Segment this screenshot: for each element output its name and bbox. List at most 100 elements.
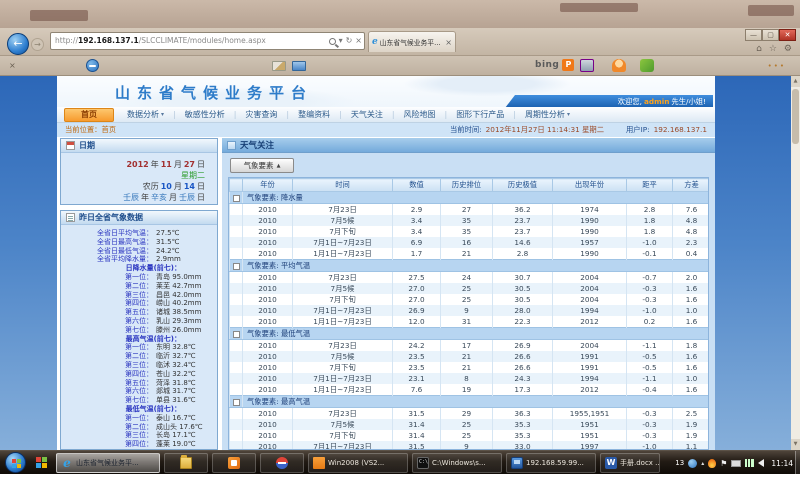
mail-icon[interactable] bbox=[292, 61, 306, 71]
table-row[interactable]: 20107月5候23.52126.61991-0.51.6 bbox=[230, 351, 710, 362]
table-cell: 2010 bbox=[243, 316, 293, 328]
table-row[interactable]: 20101月1日~7月23日7.61917.32012-0.41.6 bbox=[230, 384, 710, 396]
speaker-icon[interactable] bbox=[758, 459, 764, 467]
close-sidebar-icon[interactable]: × bbox=[9, 61, 16, 70]
table-cell: 2010 bbox=[243, 283, 293, 294]
search-icon[interactable] bbox=[329, 38, 336, 45]
menu-item-5[interactable]: 天气关注 bbox=[344, 108, 390, 122]
menu-item-1[interactable]: 数据分析▾ bbox=[120, 108, 171, 122]
overflow-dots-icon[interactable]: ••• bbox=[768, 62, 786, 70]
table-row[interactable]: 20107月5候27.02530.52004-0.31.6 bbox=[230, 283, 710, 294]
menu-item-3[interactable]: 灾害查询 bbox=[238, 108, 284, 122]
group-header-row[interactable]: 气象要素: 最高气温 bbox=[230, 396, 710, 408]
browser-tab[interactable]: e 山东省气候业务平... × bbox=[368, 31, 456, 52]
lunar-label: 农历 bbox=[143, 182, 159, 191]
menu-item-4[interactable]: 整编资料 bbox=[291, 108, 337, 122]
taskbar-button-vm[interactable]: Win2008 (VS2... bbox=[308, 453, 408, 473]
table-row[interactable]: 20101月1日~7月23日1.7212.81990-0.10.4 bbox=[230, 248, 710, 260]
scroll-up-icon[interactable]: ▲ bbox=[791, 76, 800, 87]
panel-title: 天气关注 bbox=[240, 139, 274, 151]
menu-item-label: 整编资料 bbox=[298, 108, 330, 122]
table-cell: 35 bbox=[441, 226, 493, 237]
start-button[interactable] bbox=[5, 452, 26, 473]
chevron-down-icon[interactable]: ▾ bbox=[339, 33, 343, 49]
table-row[interactable]: 20101月1日~7月23日12.03122.320120.21.6 bbox=[230, 316, 710, 328]
signal-bars-icon[interactable] bbox=[745, 459, 754, 467]
table-row[interactable]: 20107月下旬3.43523.719901.84.8 bbox=[230, 226, 710, 237]
compatibility-icon[interactable] bbox=[86, 59, 99, 72]
menu-item-7[interactable]: 图形下行产品 bbox=[449, 108, 511, 122]
tray-app-icon[interactable] bbox=[688, 459, 697, 468]
scroll-down-icon[interactable]: ▼ bbox=[791, 439, 800, 450]
home-icon[interactable]: ⌂ bbox=[756, 44, 762, 54]
table-row[interactable]: 20107月1日~7月23日31.5933.01997-1.01.1 bbox=[230, 441, 710, 450]
hidden-icons-caret-icon[interactable]: ▴ bbox=[701, 460, 704, 467]
taskbar-button-ie[interactable]: e山东省气候业务平... bbox=[56, 453, 160, 473]
taskbar-button-folder[interactable] bbox=[164, 453, 208, 473]
table-row[interactable]: 20107月下旬23.52126.61991-0.51.6 bbox=[230, 362, 710, 373]
forward-button[interactable]: → bbox=[31, 38, 44, 51]
calendar-body: 2012年11月27日星期二农历10月14日壬辰年辛亥月壬辰日 bbox=[61, 153, 217, 203]
taskbar-button-remote[interactable]: 192.168.59.99... bbox=[506, 453, 596, 473]
group-header-row[interactable]: 气象要素: 降水量 bbox=[230, 192, 710, 204]
checkbox[interactable] bbox=[233, 399, 240, 406]
table-row[interactable]: 20107月1日~7月23日6.91614.61957-1.02.3 bbox=[230, 237, 710, 248]
refresh-icon[interactable]: ↻ bbox=[346, 33, 353, 49]
taskbar-button-cmd[interactable]: C:\Windows\s... bbox=[412, 453, 502, 473]
table-row[interactable]: 20107月下旬27.02530.52004-0.31.6 bbox=[230, 294, 710, 305]
card-icon[interactable] bbox=[272, 61, 286, 71]
table-cell: 2004 bbox=[553, 294, 627, 305]
table-row[interactable]: 20107月23日24.21726.92004-1.11.8 bbox=[230, 340, 710, 352]
show-desktop-button[interactable] bbox=[795, 451, 800, 475]
tab-close-icon[interactable]: × bbox=[445, 38, 452, 47]
scrollbar-thumb[interactable] bbox=[792, 89, 799, 144]
network-monitor-icon[interactable] bbox=[731, 460, 741, 467]
taskbar-button-media[interactable] bbox=[260, 453, 304, 473]
taskbar-button-orange[interactable] bbox=[212, 453, 256, 473]
checkbox[interactable] bbox=[233, 263, 240, 270]
gear-icon[interactable]: ⚙ bbox=[784, 44, 792, 54]
lunar-unit: 日 bbox=[197, 182, 205, 191]
checkbox[interactable] bbox=[233, 331, 240, 338]
group-header-row[interactable]: 气象要素: 平均气温 bbox=[230, 260, 710, 272]
table-cell: 2010 bbox=[243, 204, 293, 216]
ime-flame-icon[interactable] bbox=[708, 459, 716, 468]
table-cell: 2004 bbox=[553, 340, 627, 352]
breadcrumb[interactable]: 当前位置：首页 bbox=[65, 123, 116, 137]
clock[interactable]: 11:14 bbox=[771, 459, 793, 468]
column-header: 年份 bbox=[243, 179, 293, 192]
menu-item-6[interactable]: 风险地图 bbox=[397, 108, 443, 122]
table-row[interactable]: 20107月1日~7月23日26.9928.01994-1.01.0 bbox=[230, 305, 710, 316]
element-filter-button[interactable]: 气象要素 ▲ bbox=[230, 158, 294, 173]
menu-item-0[interactable]: 首页 bbox=[64, 108, 114, 122]
table-row[interactable]: 20107月23日27.52430.72004-0.72.0 bbox=[230, 272, 710, 284]
table-row[interactable]: 20107月5候3.43523.719901.84.8 bbox=[230, 215, 710, 226]
table-row[interactable]: 20107月23日2.92736.219742.87.6 bbox=[230, 204, 710, 216]
menu-item-8[interactable]: 周期性分析▾ bbox=[518, 108, 577, 122]
screen: ← → http://192.168.137.1/SLCCLIMATE/modu… bbox=[0, 0, 800, 500]
favorites-star-icon[interactable]: ☆ bbox=[769, 44, 777, 54]
checkbox[interactable] bbox=[233, 195, 240, 202]
table-row[interactable]: 20107月5候31.42535.31951-0.31.9 bbox=[230, 419, 710, 430]
table-row[interactable]: 20107月23日31.52936.31955,1951-0.32.5 bbox=[230, 408, 710, 420]
scrollbar[interactable]: ▲ ▼ bbox=[791, 76, 800, 450]
addon-puzzle-icon[interactable] bbox=[640, 59, 654, 72]
taskbar-button-word[interactable]: W手册.docx .. bbox=[600, 453, 660, 473]
person-icon[interactable] bbox=[612, 59, 626, 72]
maximize-button[interactable]: ▢ bbox=[762, 29, 779, 41]
camera-icon[interactable] bbox=[580, 59, 594, 72]
table-row[interactable]: 20107月1日~7月23日23.1824.31994-1.11.0 bbox=[230, 373, 710, 384]
bing-logo[interactable]: bing P bbox=[535, 59, 574, 71]
group-header-row[interactable]: 气象要素: 最低气温 bbox=[230, 328, 710, 340]
rank-label: 第二位： bbox=[61, 282, 153, 291]
stop-icon[interactable]: × bbox=[355, 33, 362, 49]
menu-item-2[interactable]: 敏感性分析 bbox=[178, 108, 232, 122]
weather-section-title: 日降水量(前七)： bbox=[61, 264, 215, 273]
address-bar[interactable]: http://192.168.137.1/SLCCLIMATE/modules/… bbox=[50, 32, 365, 50]
app-grid-icon[interactable] bbox=[36, 457, 41, 462]
minimize-button[interactable]: — bbox=[745, 29, 762, 41]
action-center-flag-icon[interactable]: ⚑ bbox=[720, 459, 727, 468]
back-button[interactable]: ← bbox=[7, 33, 29, 55]
table-row[interactable]: 20107月下旬31.42535.31951-0.31.9 bbox=[230, 430, 710, 441]
close-button[interactable]: ✕ bbox=[779, 29, 796, 41]
